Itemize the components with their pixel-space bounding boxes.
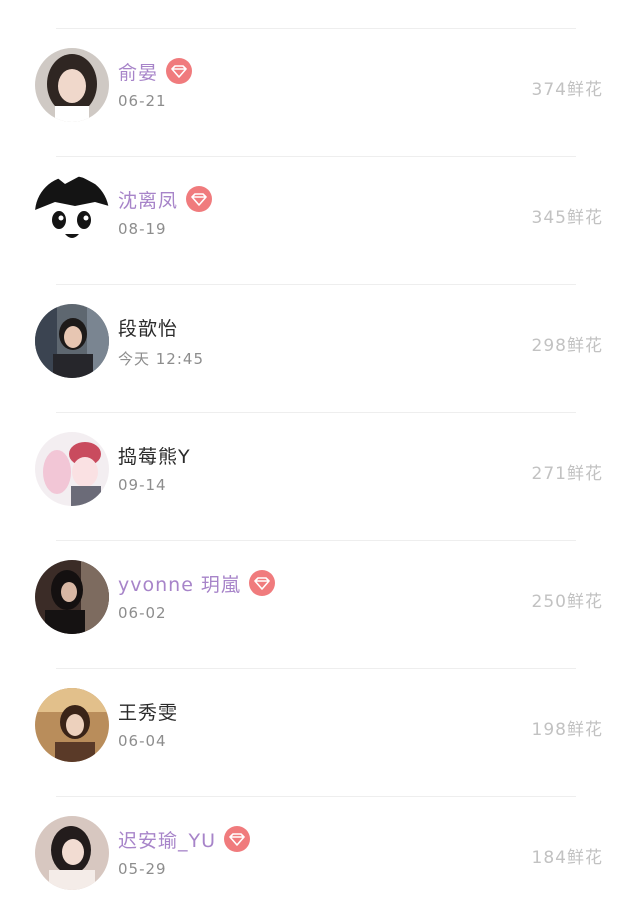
user-name[interactable]: 段歆怡 <box>118 314 178 341</box>
flower-count: 271鲜花 <box>531 464 603 484</box>
user-name[interactable]: 沈离凤 <box>118 186 178 213</box>
diamond-icon <box>166 58 193 84</box>
flower-count: 345鲜花 <box>531 208 603 228</box>
avatar-anime-icon[interactable] <box>35 432 109 506</box>
diamond-icon <box>224 826 251 852</box>
list-item[interactable]: yvonne 玥嵐 06-02 250鲜花 <box>0 540 640 668</box>
avatar-photo-icon[interactable] <box>35 560 109 634</box>
list-item[interactable]: 捣莓熊Y 09-14 271鲜花 <box>0 412 640 540</box>
date-label: 06-21 <box>118 92 167 110</box>
flower-count: 374鲜花 <box>531 80 603 100</box>
list-item[interactable]: 迟安瑜_YU 05-29 184鲜花 <box>0 796 640 924</box>
list-item[interactable]: 王秀雯 06-04 198鲜花 <box>0 668 640 796</box>
user-name[interactable]: 俞晏 <box>118 58 158 85</box>
date-label: 08-19 <box>118 220 167 238</box>
list-item[interactable]: 俞晏 06-21 374鲜花 <box>0 28 640 156</box>
list-item[interactable]: 段歆怡 今天 12:45 298鲜花 <box>0 284 640 412</box>
date-label: 06-04 <box>118 732 167 750</box>
flower-ranking-list: 俞晏 06-21 374鲜花 沈离凤 08-19 345鲜花 段歆怡 今天 12… <box>0 0 640 893</box>
user-name[interactable]: yvonne 玥嵐 <box>118 570 241 597</box>
flower-count: 298鲜花 <box>531 336 603 356</box>
avatar-photo-icon[interactable] <box>35 304 109 378</box>
date-label: 今天 12:45 <box>118 350 204 368</box>
avatar-photo-icon[interactable] <box>35 48 109 122</box>
diamond-icon <box>248 570 275 596</box>
user-name[interactable]: 捣莓熊Y <box>118 442 191 469</box>
flower-count: 250鲜花 <box>531 592 603 612</box>
user-name[interactable]: 迟安瑜_YU <box>118 826 216 853</box>
date-label: 05-29 <box>118 860 167 878</box>
avatar-photo-icon[interactable] <box>35 688 109 762</box>
date-label: 09-14 <box>118 476 167 494</box>
diamond-icon <box>186 186 213 212</box>
user-name[interactable]: 王秀雯 <box>118 698 178 725</box>
avatar-photo-icon[interactable] <box>35 816 109 890</box>
list-item[interactable]: 沈离凤 08-19 345鲜花 <box>0 156 640 284</box>
date-label: 06-02 <box>118 604 167 622</box>
flower-count: 198鲜花 <box>531 720 603 740</box>
flower-count: 184鲜花 <box>531 848 603 868</box>
avatar-cartoon-icon[interactable] <box>35 176 109 250</box>
